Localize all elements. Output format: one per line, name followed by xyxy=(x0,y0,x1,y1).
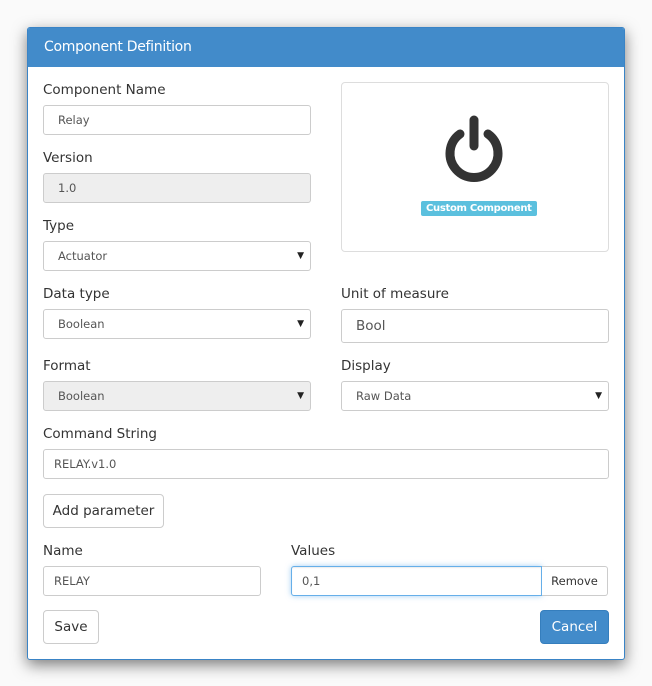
remove-parameter-button[interactable]: Remove xyxy=(542,566,608,596)
data-type-label: Data type xyxy=(43,286,110,302)
power-icon xyxy=(445,115,503,182)
type-select-value: Actuator xyxy=(58,249,108,263)
format-select-value: Boolean xyxy=(58,389,105,403)
chevron-down-icon: ▼ xyxy=(297,319,304,329)
chevron-down-icon: ▼ xyxy=(595,391,602,401)
parameter-values-label: Values xyxy=(291,543,336,559)
add-parameter-button[interactable]: Add parameter xyxy=(43,494,164,528)
chevron-down-icon: ▼ xyxy=(297,251,304,261)
custom-component-badge: Custom Component xyxy=(421,201,537,216)
component-name-input[interactable]: Relay xyxy=(43,105,311,135)
command-string-input[interactable]: RELAY.v1.0 xyxy=(43,449,609,479)
chevron-down-icon: ▼ xyxy=(297,391,304,401)
data-type-select-value: Boolean xyxy=(58,317,105,331)
modal-title: Component Definition xyxy=(28,28,624,67)
component-definition-modal: Component Definition Component Name Rela… xyxy=(27,27,625,660)
type-select[interactable]: Actuator ▼ xyxy=(43,241,311,271)
parameter-name-label: Name xyxy=(43,543,83,559)
format-select: Boolean ▼ xyxy=(43,381,311,411)
unit-of-measure-label: Unit of measure xyxy=(341,286,449,302)
display-select-value: Raw Data xyxy=(356,389,412,403)
component-preview: Custom Component xyxy=(341,82,609,252)
data-type-select[interactable]: Boolean ▼ xyxy=(43,309,311,339)
parameter-name-input[interactable]: RELAY xyxy=(43,566,261,596)
component-name-label: Component Name xyxy=(43,82,166,98)
unit-of-measure-input[interactable]: Bool xyxy=(341,309,609,343)
command-string-label: Command String xyxy=(43,426,157,442)
cancel-button[interactable]: Cancel xyxy=(540,610,609,644)
parameter-values-input[interactable]: 0,1 xyxy=(291,566,542,596)
format-label: Format xyxy=(43,358,91,374)
type-label: Type xyxy=(43,218,75,234)
version-input: 1.0 xyxy=(43,173,311,203)
display-label: Display xyxy=(341,358,391,374)
display-select[interactable]: Raw Data ▼ xyxy=(341,381,609,411)
save-button[interactable]: Save xyxy=(43,610,99,644)
version-label: Version xyxy=(43,150,93,166)
